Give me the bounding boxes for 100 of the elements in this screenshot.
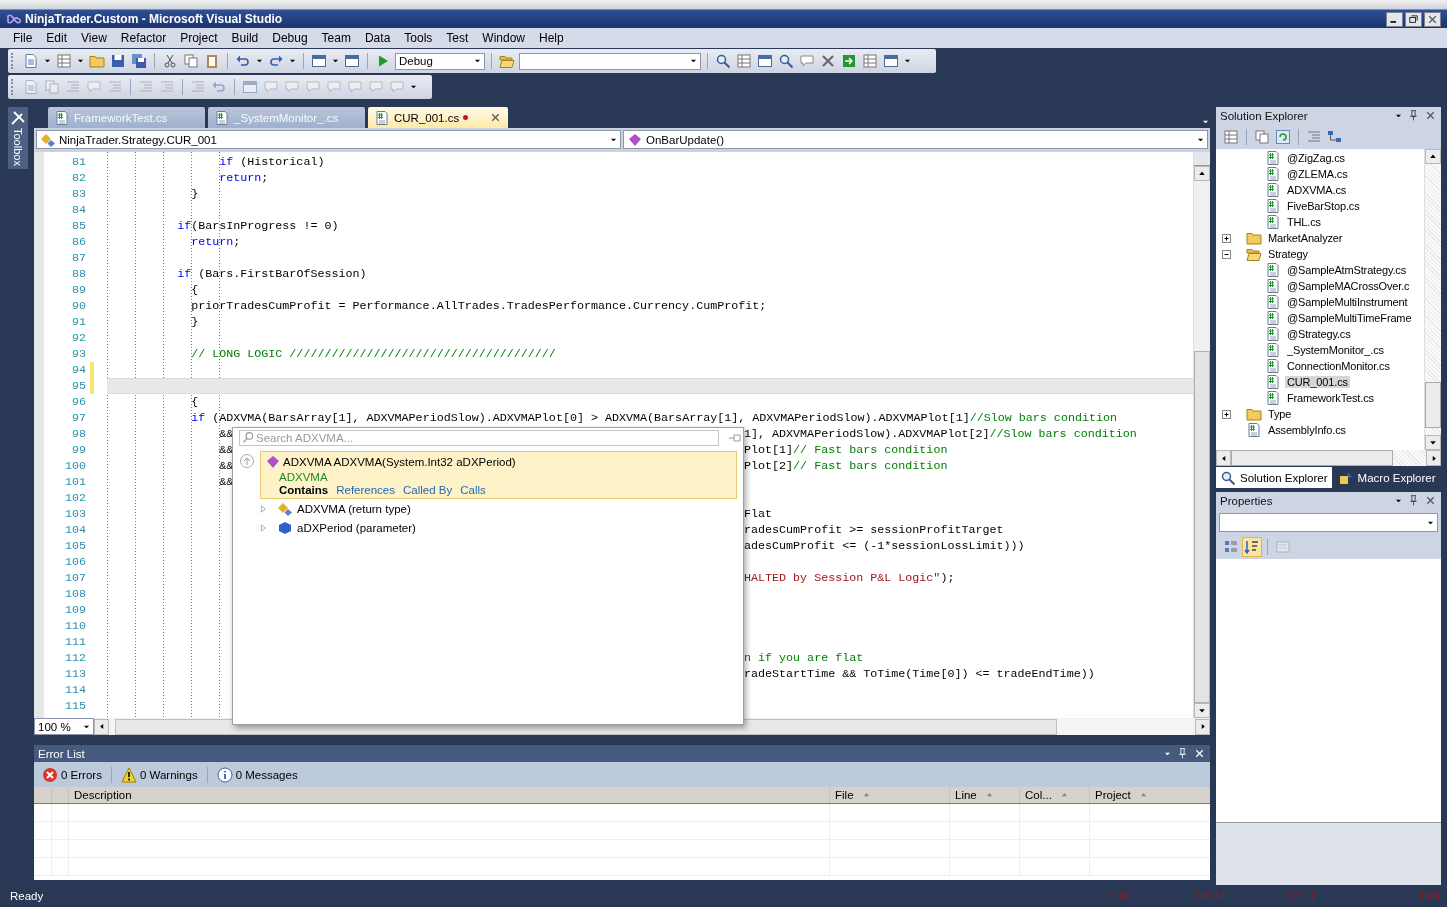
hierarchy-item[interactable]: ADXVMA (return type) — [297, 502, 411, 515]
close-icon[interactable] — [489, 111, 502, 124]
search-field[interactable]: Search ADXVMA... — [239, 430, 719, 446]
menu-item[interactable]: Tools — [397, 29, 440, 47]
window-icon[interactable] — [882, 52, 900, 70]
refresh-icon[interactable] — [1274, 127, 1292, 146]
type-dropdown[interactable]: NinjaTrader.Strategy.CUR_001 — [36, 130, 621, 149]
tree-item[interactable]: MarketAnalyzer — [1266, 232, 1345, 244]
panel-tab[interactable]: Solution Explorer — [1216, 467, 1332, 488]
menu-item[interactable]: Help — [532, 29, 571, 47]
search-icon[interactable] — [714, 52, 732, 70]
scroll-left-button[interactable] — [94, 718, 109, 735]
tree-item[interactable]: FrameworkTest.cs — [1285, 392, 1376, 404]
expand-arrow-icon[interactable] — [259, 522, 267, 533]
close-icon[interactable] — [1424, 494, 1437, 507]
panel-tab[interactable]: Macro Explorer — [1333, 467, 1440, 488]
column-header[interactable]: Col... — [1020, 787, 1090, 803]
tree-item[interactable]: @ZLEMA.cs — [1285, 168, 1350, 180]
scroll-thumb[interactable] — [1425, 382, 1441, 428]
menu-item[interactable]: Project — [173, 29, 225, 47]
pin-icon[interactable] — [1407, 109, 1420, 122]
disks-icon[interactable] — [130, 52, 148, 70]
close-icon[interactable] — [1424, 109, 1437, 122]
grid-icon[interactable] — [735, 52, 753, 70]
tree-item[interactable]: @SampleAtmStrategy.cs — [1285, 264, 1409, 276]
pin-icon[interactable] — [1407, 494, 1420, 507]
close-button[interactable] — [1424, 11, 1441, 27]
relation-link[interactable]: Called By — [403, 484, 453, 496]
scroll-right-button[interactable] — [1426, 450, 1441, 466]
menu-item[interactable]: Edit — [39, 29, 75, 47]
tree-item[interactable]: AssemblyInfo.cs — [1266, 424, 1348, 436]
menu-item[interactable]: Window — [475, 29, 533, 47]
tree-item[interactable]: THL.cs — [1285, 216, 1323, 228]
filter-button[interactable]: 0 Errors — [40, 766, 104, 783]
copy-icon[interactable] — [1253, 127, 1271, 146]
tree-item[interactable]: CUR_001.cs — [1285, 376, 1350, 388]
code-text: 1], ADXVMAPeriodSlow).ADXVMAPlot[2]//Slow bars condition — [744, 427, 1137, 441]
expand-icon[interactable] — [1222, 409, 1231, 419]
filter-button[interactable]: 0 Messages — [214, 766, 300, 783]
tree-item[interactable]: @ZigZag.cs — [1285, 152, 1347, 164]
toolbox-tab[interactable]: Toolbox — [8, 107, 28, 169]
tree-item[interactable]: FiveBarStop.cs — [1285, 200, 1362, 212]
expand-icon[interactable] — [1222, 233, 1231, 243]
menu-item[interactable]: Test — [439, 29, 476, 47]
properties-icon[interactable] — [1222, 127, 1240, 146]
restore-button[interactable] — [1405, 11, 1422, 27]
tree-item[interactable]: ConnectionMonitor.cs — [1285, 360, 1392, 372]
menu-item[interactable]: File — [6, 29, 40, 47]
scroll-right-button[interactable] — [1195, 718, 1210, 735]
member-dropdown[interactable]: OnBarUpdate() — [623, 130, 1208, 149]
scissors-icon[interactable] — [161, 52, 179, 70]
document-icon[interactable] — [22, 52, 40, 70]
search-icon[interactable] — [777, 52, 795, 70]
pin-icon[interactable] — [1176, 747, 1189, 760]
scroll-up-button[interactable] — [1425, 149, 1441, 164]
scroll-thumb[interactable] — [1231, 450, 1393, 466]
tree-item[interactable]: Type — [1266, 408, 1294, 420]
relation-link[interactable]: Contains — [279, 484, 329, 496]
column-header[interactable]: Line — [950, 787, 1020, 803]
tree-item[interactable]: @SampleMultiTimeFrame — [1285, 312, 1414, 324]
window-icon[interactable] — [310, 52, 328, 70]
copy-icon[interactable] — [182, 52, 200, 70]
object-dropdown[interactable] — [1219, 513, 1438, 532]
window-icon[interactable] — [343, 52, 361, 70]
scroll-left-button[interactable] — [1216, 450, 1231, 466]
scroll-down-button[interactable] — [1194, 703, 1210, 718]
menu-item[interactable]: Debug — [265, 29, 315, 47]
zoom-dropdown[interactable]: 100 % — [34, 718, 94, 735]
split-handle[interactable] — [1194, 152, 1210, 166]
tree-item[interactable]: @Strategy.cs — [1285, 328, 1353, 340]
close-icon[interactable] — [1193, 747, 1206, 760]
menu-item[interactable]: View — [74, 29, 114, 47]
tree-item[interactable]: ADXVMA.cs — [1285, 184, 1349, 196]
hierarchy-item[interactable]: aDXPeriod (parameter) — [297, 521, 416, 534]
menu-item[interactable]: Build — [224, 29, 266, 47]
column-header[interactable]: Description — [69, 787, 830, 803]
menu-item[interactable]: Refactor — [113, 29, 174, 47]
relation-link[interactable]: Calls — [460, 484, 486, 496]
sort-icon[interactable] — [1243, 537, 1261, 556]
expand-arrow-icon[interactable] — [259, 503, 267, 514]
filter-button[interactable]: 0 Warnings — [118, 766, 200, 783]
document-tab[interactable]: CUR_001.cs — [368, 107, 508, 128]
column-header[interactable]: File — [830, 787, 950, 803]
find-dropdown[interactable] — [519, 52, 701, 70]
scroll-up-button[interactable] — [1194, 166, 1210, 181]
column-header[interactable]: Project — [1090, 787, 1210, 803]
configuration-dropdown[interactable]: Debug — [395, 52, 485, 70]
collapse-icon[interactable] — [1222, 249, 1231, 259]
menu-item[interactable]: Team — [314, 29, 358, 47]
tree-item[interactable]: @SampleMultiInstrument — [1285, 296, 1410, 308]
window-icon[interactable] — [756, 52, 774, 70]
tree-item[interactable]: @SampleMACrossOver.c — [1285, 280, 1412, 292]
minimize-button[interactable] — [1386, 11, 1403, 27]
scroll-thumb[interactable] — [1194, 351, 1210, 703]
relation-link[interactable]: References — [336, 484, 395, 496]
tree-item[interactable]: _SystemMonitor_.cs — [1285, 344, 1386, 356]
tree-item[interactable]: Strategy — [1266, 248, 1310, 260]
menu-item[interactable]: Data — [357, 29, 398, 47]
scroll-down-button[interactable] — [1425, 435, 1441, 450]
grid-icon[interactable] — [861, 52, 879, 70]
